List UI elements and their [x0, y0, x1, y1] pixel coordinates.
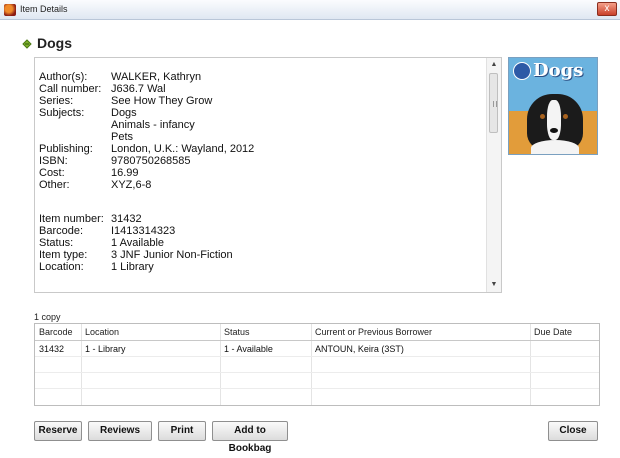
scroll-up-icon[interactable]: ▲ [489, 60, 499, 70]
detail-label: Other: [39, 179, 70, 191]
detail-value: 1 Available [111, 237, 165, 249]
row-divider [35, 356, 599, 357]
window-close-button[interactable]: x [597, 2, 617, 16]
copy-status[interactable]: 1 - Available [224, 344, 273, 354]
copy-barcode[interactable]: 31432 [39, 344, 64, 354]
window-title: Item Details [20, 4, 68, 14]
reserve-button[interactable]: Reserve [34, 421, 82, 441]
detail-value: XYZ,6-8 [111, 179, 152, 191]
column-divider [220, 324, 221, 405]
dog-nose [550, 128, 558, 133]
dog-eye-left [540, 114, 545, 119]
detail-value: Animals - infancy [111, 119, 195, 131]
reviews-button[interactable]: Reviews [88, 421, 152, 441]
detail-value: Dogs [111, 107, 137, 119]
dog-blaze [547, 100, 561, 140]
grip-icon [493, 101, 497, 107]
header-divider [35, 340, 599, 341]
item-title: Dogs [37, 35, 72, 51]
add-to-bookbag-button[interactable]: Add to Bookbag [212, 421, 288, 454]
detail-value: J636.7 Wal [111, 83, 166, 95]
scroll-down-icon[interactable]: ▼ [489, 280, 499, 290]
copy-location[interactable]: 1 - Library [85, 344, 126, 354]
row-divider [35, 388, 599, 389]
book-cover-image: Dogs [508, 57, 598, 155]
copies-count: 1 copy [34, 312, 61, 322]
column-header-status[interactable]: Status [224, 327, 250, 337]
column-divider [311, 324, 312, 405]
detail-label: ISBN: [39, 155, 68, 167]
cover-title: Dogs [533, 60, 584, 81]
detail-label: Call number: [39, 83, 102, 95]
detail-label: Barcode: [39, 225, 84, 237]
column-header-barcode[interactable]: Barcode [39, 327, 73, 337]
column-header-location[interactable]: Location [85, 327, 119, 337]
column-divider [81, 324, 82, 405]
detail-value: London, U.K.: Wayland, 2012 [111, 143, 255, 155]
detail-value: I1413314323 [111, 225, 176, 237]
column-divider [530, 324, 531, 405]
detail-label: Location: [39, 261, 84, 273]
detail-value: See How They Grow [111, 95, 213, 107]
item-details-panel: Author(s): WALKER, Kathryn Call number: … [34, 57, 502, 293]
column-header-due-date[interactable]: Due Date [534, 327, 572, 337]
close-button[interactable]: Close [548, 421, 598, 441]
details-scrollbar[interactable]: ▲ ▼ [486, 58, 501, 292]
app-logo-icon [4, 4, 16, 16]
detail-label: Publishing: [39, 143, 93, 155]
detail-label: Series: [39, 95, 74, 107]
detail-label: Author(s): [39, 71, 88, 83]
detail-value: 16.99 [111, 167, 139, 179]
copy-borrower[interactable]: ANTOUN, Keira (3ST) [315, 344, 404, 354]
detail-label: Subjects: [39, 107, 85, 119]
detail-value: 1 Library [111, 261, 154, 273]
print-button[interactable]: Print [158, 421, 206, 441]
copies-table: Barcode Location Status Current or Previ… [34, 323, 600, 406]
scroll-thumb[interactable] [489, 73, 498, 133]
detail-label: Status: [39, 237, 74, 249]
column-header-borrower[interactable]: Current or Previous Borrower [315, 327, 432, 337]
detail-value: 9780750268585 [111, 155, 191, 167]
dog-eye-right [563, 114, 568, 119]
detail-value: 31432 [111, 213, 142, 225]
window-titlebar: Item Details x [0, 0, 620, 20]
leaf-icon [22, 39, 32, 49]
detail-value: Pets [111, 131, 134, 143]
detail-label: Item type: [39, 249, 88, 261]
row-divider [35, 372, 599, 373]
detail-value: WALKER, Kathryn [111, 71, 202, 83]
dog-chest [531, 140, 579, 154]
detail-label: Item number: [39, 213, 104, 225]
detail-value: 3 JNF Junior Non-Fiction [111, 249, 233, 261]
series-logo-icon [513, 62, 531, 80]
detail-label: Cost: [39, 167, 65, 179]
